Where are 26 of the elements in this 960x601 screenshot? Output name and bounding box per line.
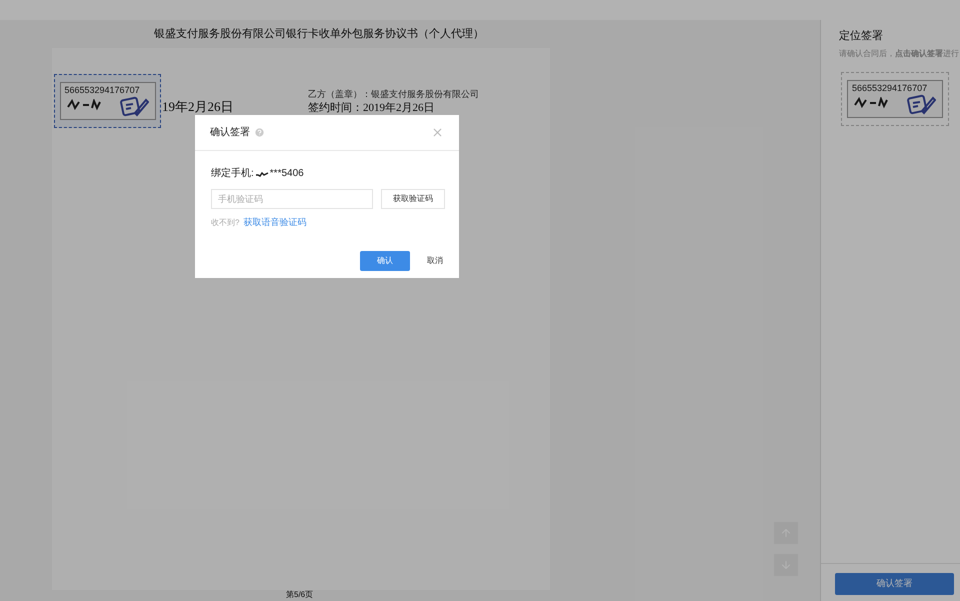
cancel-button[interactable]: 取消 (427, 255, 443, 267)
no-code-text: 收不到? (211, 216, 240, 229)
page-number: 第5/6页 (286, 590, 314, 600)
panel-title: 定位签署 (839, 28, 884, 44)
dialog-title: 确认签署 (210, 126, 250, 140)
phone-label: 绑定手机: (211, 166, 254, 181)
help-icon[interactable] (254, 127, 265, 138)
get-code-button[interactable]: 获取验证码 (381, 189, 445, 209)
party-b-label: 乙方（盖章）：银盛支付服务股份有限公司 (308, 88, 479, 101)
phone-number: ***5406 (270, 167, 304, 181)
pen-document-icon (118, 95, 148, 117)
pen-document-icon (906, 92, 936, 114)
document-title: 银盛支付服务股份有限公司银行卡收单外包服务协议书（个人代理） (154, 26, 484, 42)
close-icon[interactable] (431, 126, 444, 139)
confirm-button[interactable]: 确认 (360, 251, 410, 271)
stamp-number: 566553294176707 (64, 85, 141, 96)
signature-scribble-drawing (854, 96, 888, 108)
sign-date: 19年2月26日 (162, 98, 234, 116)
sign-time: 签约时间：2019年2月26日 (308, 101, 434, 116)
masked-digits-scribble-drawing (254, 170, 269, 176)
signature-scribble-drawing (66, 99, 100, 111)
stamp-number: 566553294176707 (852, 82, 928, 94)
confirm-sign-button[interactable]: 确认签署 (835, 573, 954, 595)
voice-code-link[interactable]: 获取语音验证码 (243, 216, 306, 230)
panel-hint: 请确认合同后，点击确认签署进行 (839, 48, 960, 60)
verification-code-field[interactable]: 手机验证码 (211, 189, 373, 209)
